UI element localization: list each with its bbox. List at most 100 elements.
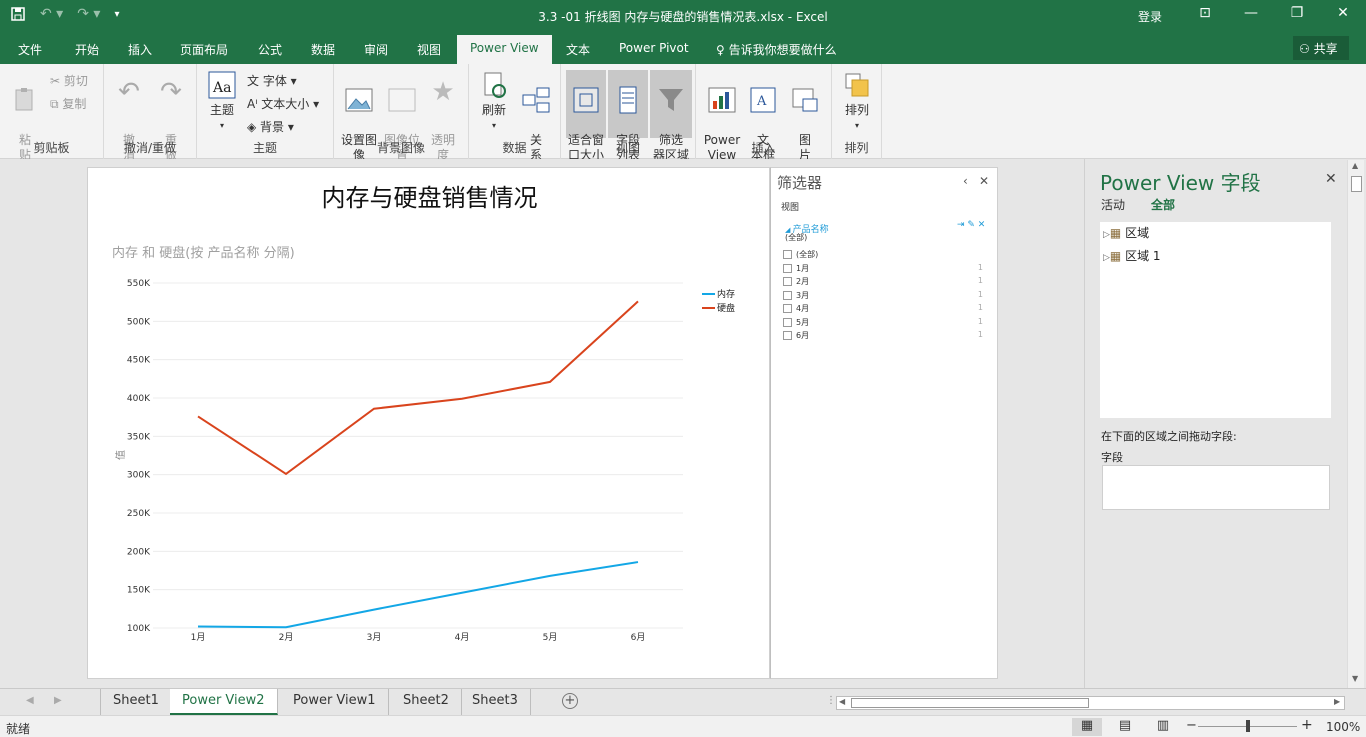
- field-pane-close-icon[interactable]: ✕: [1325, 171, 1337, 187]
- zoom-slider-thumb[interactable]: [1246, 720, 1250, 732]
- ribbon-tabs: 文件 开始 插入 页面布局 公式 数据 审阅 视图 Power View 文本 …: [0, 32, 1366, 64]
- scroll-thumb[interactable]: [1351, 176, 1362, 192]
- y-tick-label: 400K: [127, 394, 151, 404]
- normal-view-icon[interactable]: ▦: [1072, 718, 1102, 736]
- star-icon: ★: [431, 77, 455, 107]
- zoom-in-icon[interactable]: +: [1301, 717, 1313, 733]
- group-background-image: 设置图 像 图像位 置 ★ 透明 度 背景图像: [334, 64, 469, 162]
- checkbox[interactable]: [783, 290, 792, 300]
- share-button[interactable]: ⚇ 共享: [1293, 36, 1349, 60]
- picture-icon: [790, 85, 820, 115]
- vertical-scrollbar[interactable]: ▲ ▼: [1347, 160, 1364, 688]
- tab-power-view[interactable]: Power View: [457, 35, 552, 64]
- fit-window-icon: [571, 85, 601, 115]
- report-sheet: 内存与硬盘销售情况 内存 和 硬盘(按 产品名称 分隔) 100K 150K 200…: [87, 167, 770, 679]
- tab-split-icon[interactable]: ⋮: [826, 695, 836, 706]
- arrange-button[interactable]: 排列 ▾: [840, 70, 874, 133]
- page-break-view-icon[interactable]: ▥: [1148, 718, 1178, 736]
- font-button[interactable]: 文 字体 ▾: [247, 72, 297, 89]
- tab-power-pivot[interactable]: Power Pivot: [619, 41, 689, 55]
- tab-active-fields[interactable]: 活动: [1101, 196, 1125, 213]
- series-line-memory[interactable]: [197, 561, 639, 629]
- filter-item[interactable]: 4月 1: [783, 303, 983, 314]
- undo-icon[interactable]: ↶ ▾: [40, 6, 63, 26]
- filter-item[interactable]: 3月 1: [783, 290, 983, 301]
- tree-item-region[interactable]: ▷▦ 区域: [1103, 224, 1149, 241]
- sheet-tab-power-view1[interactable]: Power View1: [281, 689, 389, 715]
- checkbox[interactable]: [783, 331, 792, 340]
- restore-icon[interactable]: ❐: [1282, 5, 1312, 21]
- save-icon[interactable]: [10, 6, 26, 26]
- text-size-button[interactable]: Aᴵ 文本大小 ▾: [247, 95, 319, 112]
- tab-formulas[interactable]: 公式: [258, 41, 282, 58]
- filter-item-count: 1: [977, 276, 983, 285]
- filter-item-label: 6月: [796, 331, 810, 340]
- tab-text[interactable]: 文本: [566, 41, 590, 58]
- tab-home[interactable]: 开始: [75, 41, 99, 58]
- tell-me-search[interactable]: ♀ 告诉我你想要做什么: [716, 41, 837, 58]
- sheet-tab-sheet2[interactable]: Sheet2: [391, 689, 462, 715]
- login-link[interactable]: 登录: [1138, 8, 1162, 25]
- line-chart[interactable]: 100K 150K 200K 250K 300K 350K 400K 450K 500K 550K…: [88, 168, 771, 680]
- checkbox[interactable]: [783, 263, 792, 273]
- zoom-level[interactable]: 100%: [1326, 720, 1360, 734]
- filter-item[interactable]: 2月 1: [783, 276, 983, 287]
- paste-icon: [10, 85, 40, 115]
- tab-page-layout[interactable]: 页面布局: [180, 41, 228, 58]
- tab-data[interactable]: 数据: [311, 41, 335, 58]
- filter-close-icon[interactable]: ✕: [979, 174, 989, 188]
- fit-window-button[interactable]: 适合窗 口大小: [566, 70, 606, 162]
- sheet-tab-sheet1[interactable]: Sheet1: [100, 689, 172, 715]
- scroll-left-icon[interactable]: ◀: [839, 697, 845, 706]
- minimize-icon[interactable]: —: [1236, 5, 1266, 21]
- customize-icon[interactable]: ▾: [114, 9, 119, 26]
- group-label: 排列: [844, 141, 869, 155]
- filter-item[interactable]: 6月 1: [783, 330, 983, 341]
- hscroll-thumb[interactable]: [851, 698, 1089, 708]
- checkbox[interactable]: [783, 250, 792, 259]
- tab-insert[interactable]: 插入: [128, 41, 152, 58]
- series-line-disk[interactable]: [197, 300, 639, 476]
- checkbox[interactable]: [783, 277, 792, 286]
- filter-mode-icon[interactable]: ⇥ ✎ ✕: [957, 220, 985, 230]
- zoom-out-icon[interactable]: −: [1186, 718, 1197, 733]
- refresh-button[interactable]: 刷新 ▾: [477, 70, 511, 133]
- redo-icon[interactable]: ↷ ▾: [77, 6, 100, 26]
- filter-item-count: 1: [977, 303, 983, 312]
- field-list-button[interactable]: 字段 列表: [608, 70, 648, 162]
- scroll-right-icon[interactable]: ▶: [1334, 697, 1340, 706]
- cut-button[interactable]: ✂ 剪切: [50, 72, 88, 89]
- expand-icon: ▷: [1103, 253, 1110, 263]
- theme-button[interactable]: Aa 主题 ▾: [205, 70, 239, 133]
- scroll-down-icon[interactable]: ▼: [1352, 674, 1358, 683]
- add-sheet-icon[interactable]: +: [562, 693, 578, 709]
- scroll-up-icon[interactable]: ▲: [1352, 161, 1358, 170]
- fields-drop-area[interactable]: [1102, 465, 1330, 510]
- close-icon[interactable]: ✕: [1328, 5, 1358, 21]
- collapse-icon[interactable]: ‹: [963, 174, 968, 188]
- y-tick-label: 250K: [127, 509, 151, 519]
- tree-item-region-1[interactable]: ▷▦ 区域 1: [1103, 247, 1161, 264]
- horizontal-scrollbar[interactable]: ◀ ▶: [836, 696, 1345, 710]
- tab-view[interactable]: 视图: [417, 41, 441, 58]
- prev-sheet-icon[interactable]: ◀: [26, 695, 34, 706]
- sheet-tab-power-view2[interactable]: Power View2: [170, 689, 278, 715]
- filter-item[interactable]: 5月 1: [783, 317, 983, 328]
- copy-button[interactable]: ⧉ 复制: [50, 95, 86, 112]
- x-tick-label: 5月: [543, 632, 558, 643]
- next-sheet-icon[interactable]: ▶: [54, 695, 62, 706]
- background-button[interactable]: ◈ 背景 ▾: [247, 118, 294, 135]
- filter-item-label: 4月: [796, 304, 810, 313]
- tab-all-fields[interactable]: 全部: [1151, 196, 1175, 213]
- person-icon: ⚇: [1299, 42, 1314, 56]
- tab-file[interactable]: 文件: [18, 41, 42, 58]
- checkbox[interactable]: [783, 304, 792, 313]
- filter-item[interactable]: 1月 1: [783, 263, 983, 274]
- sheet-tab-sheet3[interactable]: Sheet3: [460, 689, 531, 715]
- ribbon-display-icon[interactable]: ⊡: [1190, 5, 1220, 21]
- filter-item[interactable]: (全部): [783, 249, 983, 260]
- page-layout-view-icon[interactable]: ▤: [1110, 718, 1140, 736]
- tab-review[interactable]: 审阅: [364, 41, 388, 58]
- filter-area-button[interactable]: 筛选 器区域: [650, 70, 692, 162]
- checkbox[interactable]: [783, 317, 792, 327]
